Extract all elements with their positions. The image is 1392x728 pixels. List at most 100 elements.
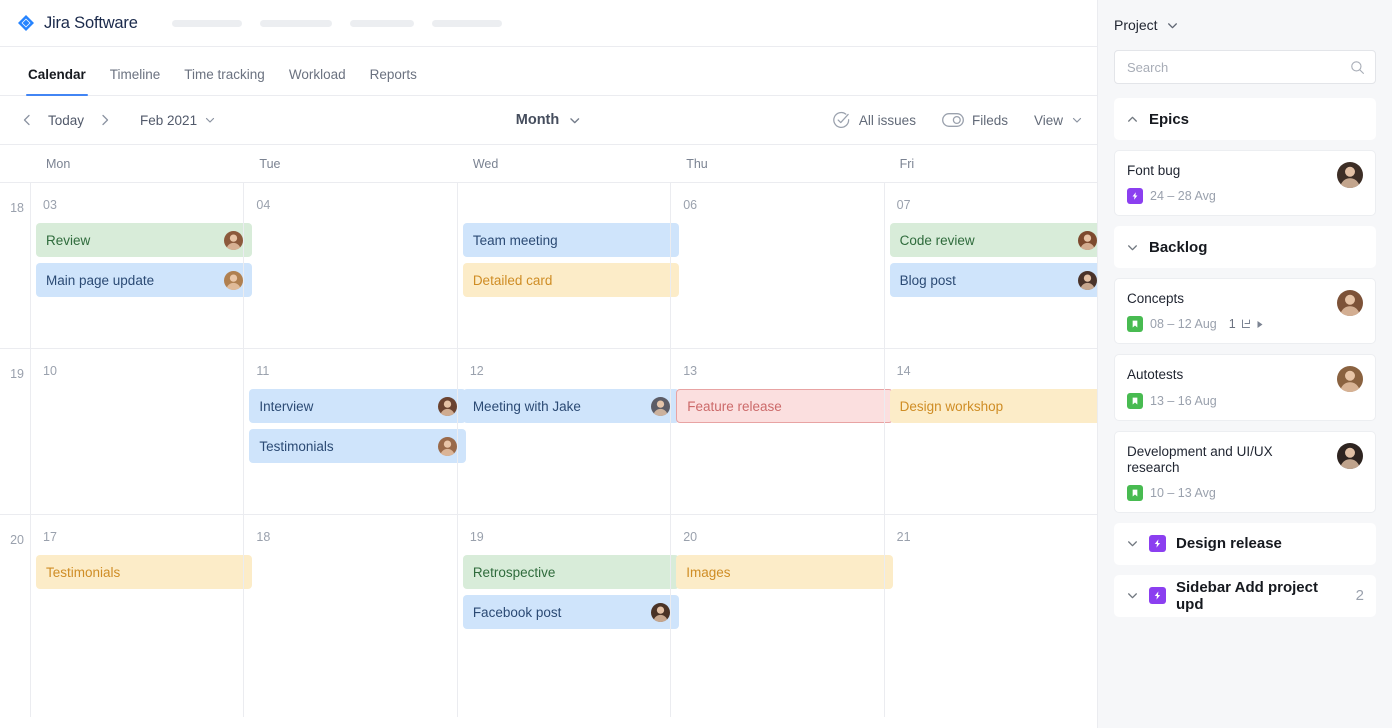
prev-period-button[interactable] [14,107,40,133]
calendar-toolbar: Today Feb 2021 Month [0,96,1097,145]
calendar-event[interactable]: Review [36,223,252,257]
sidebar-section-header[interactable]: Epics [1114,98,1376,140]
calendar-day-cell[interactable]: 13Feature release [670,349,883,514]
sidebar-section-header[interactable]: Backlog [1114,226,1376,268]
calendar-event[interactable]: Interview [249,389,465,423]
calendar-event[interactable]: Team meeting [463,223,679,257]
avatar [224,271,243,290]
calendar-day-cell[interactable]: 20Images [670,515,883,717]
calendar-event[interactable]: Testimonials [36,555,252,589]
period-selector[interactable]: Feb 2021 [140,113,216,128]
story-bookmark-icon-glyph [1130,319,1140,329]
tab-time-tracking[interactable]: Time tracking [172,67,277,95]
tab-reports[interactable]: Reports [358,67,429,95]
calendar-day-cell[interactable]: 18 [243,515,456,717]
next-period-button[interactable] [92,107,118,133]
sidebar-section-header[interactable]: Sidebar Add project upd2 [1114,575,1376,617]
calendar-day-cell[interactable]: 19RetrospectiveFacebook post [457,515,670,717]
calendar-day-cell[interactable]: 11InterviewTestimonials [243,349,456,514]
weekday-header-row: Mon Tue Wed Thu Fri [0,145,1097,183]
sidebar-section-label: Epics [1149,111,1189,128]
chevron-down-icon[interactable] [1126,241,1139,254]
sidebar-issue-card[interactable]: Font bug24 – 28 Avg [1114,150,1376,216]
calendar-event[interactable]: Design workshop [890,389,1098,423]
chevron-left-icon [20,113,34,127]
calendar-day-cell[interactable]: 10 [30,349,243,514]
sidebar-issue-card[interactable]: Concepts08 – 12 Aug1 [1114,278,1376,344]
issue-date-range: 24 – 28 Avg [1150,189,1216,203]
expand-triangle-icon[interactable] [1256,320,1264,329]
issue-subtask-count[interactable]: 1 [1229,317,1264,331]
calendar-event[interactable]: Detailed card [463,263,679,297]
calendar-event[interactable]: Blog post [890,263,1098,297]
calendar-event-label: Review [46,233,218,248]
sidebar-section-label: Design release [1176,535,1282,552]
view-mode-selector[interactable]: Month [516,112,581,128]
issue-meta: 24 – 28 Avg [1127,188,1363,204]
tab-timeline[interactable]: Timeline [98,67,173,95]
calendar-event-label: Images [686,565,883,580]
calendar-day-cell[interactable]: 03ReviewMain page update [30,183,243,348]
calendar-event[interactable]: Testimonials [249,429,465,463]
tab-calendar[interactable]: Calendar [16,67,98,95]
issue-meta: 08 – 12 Aug1 [1127,316,1363,332]
calendar-day-cell[interactable]: Team meetingDetailed card [457,183,670,348]
calendar-event[interactable]: Feature release [676,389,892,423]
calendar-event[interactable]: Images [676,555,892,589]
brand[interactable]: Jira Software [16,13,138,33]
calendar-event[interactable]: Retrospective [463,555,679,589]
weekday-mon: Mon [30,157,243,171]
jira-diamond-logo-icon [16,13,36,33]
chevron-down-icon[interactable] [1126,537,1139,550]
calendar-event[interactable]: Code review [890,223,1098,257]
sidebar-header[interactable]: Project [1114,0,1376,50]
chevron-down-icon [568,114,581,127]
chevron-down-icon[interactable] [1126,589,1139,602]
sidebar-section-header[interactable]: Design release [1114,523,1376,565]
search-input[interactable] [1127,60,1350,75]
calendar-event[interactable]: Facebook post [463,595,679,629]
calendar-day-cell[interactable]: 12Meeting with Jake [457,349,670,514]
day-number: 10 [31,364,243,379]
day-number: 21 [885,530,1097,545]
header-skeleton-group [172,20,502,27]
chevron-down-icon [1126,537,1139,550]
fields-label: Fileds [972,113,1008,128]
calendar-day-cell[interactable]: 04 [243,183,456,348]
view-options-button[interactable]: View [1034,113,1083,128]
avatar [1337,162,1363,188]
calendar-day-cell[interactable]: 07Code reviewBlog post [884,183,1097,348]
today-button[interactable]: Today [42,113,90,128]
avatar [1078,271,1097,290]
all-issues-label: All issues [859,113,916,128]
day-events: RetrospectiveFacebook post [458,555,670,629]
search-icon[interactable] [1350,60,1365,75]
calendar-day-cell[interactable]: 17Testimonials [30,515,243,717]
calendar-day-cell[interactable]: 21 [884,515,1097,717]
calendar-event-label: Meeting with Jake [473,399,645,414]
chevron-down-icon [1126,589,1139,602]
sidebar-section-label: Sidebar Add project upd [1176,579,1340,613]
epic-bolt-icon [1149,535,1166,552]
chevron-up-icon[interactable] [1126,113,1139,126]
calendar-event-label: Design workshop [900,399,1097,414]
tab-workload[interactable]: Workload [277,67,358,95]
sidebar-search[interactable] [1114,50,1376,84]
calendar-day-cell[interactable]: 14Design workshop [884,349,1097,514]
all-issues-filter[interactable]: All issues [832,111,916,130]
calendar-event[interactable]: Meeting with Jake [463,389,679,423]
calendar-grid: 1803ReviewMain page update04Team meeting… [0,183,1097,717]
calendar-event-label: Testimonials [259,439,431,454]
sidebar-issue-card[interactable]: Autotests13 – 16 Aug [1114,354,1376,420]
sidebar-issue-card[interactable]: Development and UI/UX research 10 – 13 Av… [1114,431,1376,513]
fields-toggle[interactable]: Fileds [942,113,1008,128]
calendar-day-cell[interactable]: 06 [670,183,883,348]
calendar-event-label: Testimonials [46,565,243,580]
sidebar-sections: Epics Font bug24 – 28 Avg Backlog Concepts0… [1114,98,1376,617]
issue-title: Development and UI/UX research [1127,444,1363,476]
day-number: 04 [244,198,456,213]
story-bookmark-icon-glyph [1130,396,1140,406]
calendar-event[interactable]: Main page update [36,263,252,297]
issue-date-range: 10 – 13 Avg [1150,486,1216,500]
skeleton-bar [432,20,502,27]
